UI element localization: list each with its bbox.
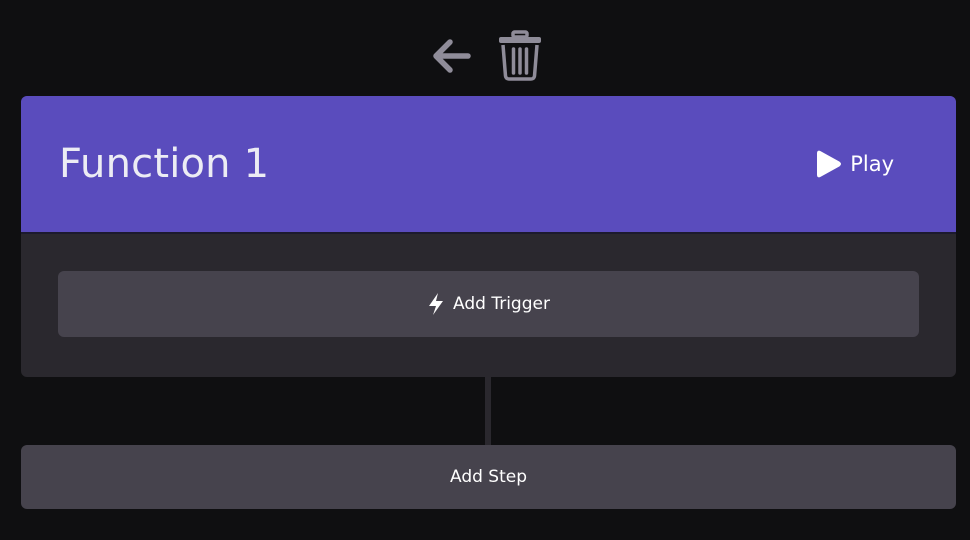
play-icon bbox=[817, 150, 842, 178]
add-trigger-label: Add Trigger bbox=[453, 294, 550, 314]
function-card-header: Function 1 Play bbox=[21, 96, 956, 234]
function-title: Function 1 bbox=[59, 141, 270, 187]
back-button[interactable] bbox=[428, 33, 474, 79]
function-card: Function 1 Play Add Trigger bbox=[21, 96, 956, 377]
play-button[interactable]: Play bbox=[812, 149, 894, 179]
step-connector-line bbox=[485, 377, 491, 445]
delete-button[interactable] bbox=[496, 30, 544, 82]
lightning-bolt-icon bbox=[429, 293, 444, 315]
add-step-label: Add Step bbox=[449, 467, 528, 487]
trash-icon bbox=[499, 30, 541, 81]
play-label: Play bbox=[850, 152, 894, 176]
add-step-button[interactable]: Add Step bbox=[21, 445, 956, 509]
top-actions bbox=[428, 30, 544, 82]
function-card-body: Add Trigger bbox=[21, 234, 956, 337]
arrow-left-icon bbox=[433, 39, 471, 73]
function-editor: Function 1 Play Add Trigger Add Step bbox=[0, 0, 970, 540]
add-trigger-button[interactable]: Add Trigger bbox=[58, 271, 919, 337]
